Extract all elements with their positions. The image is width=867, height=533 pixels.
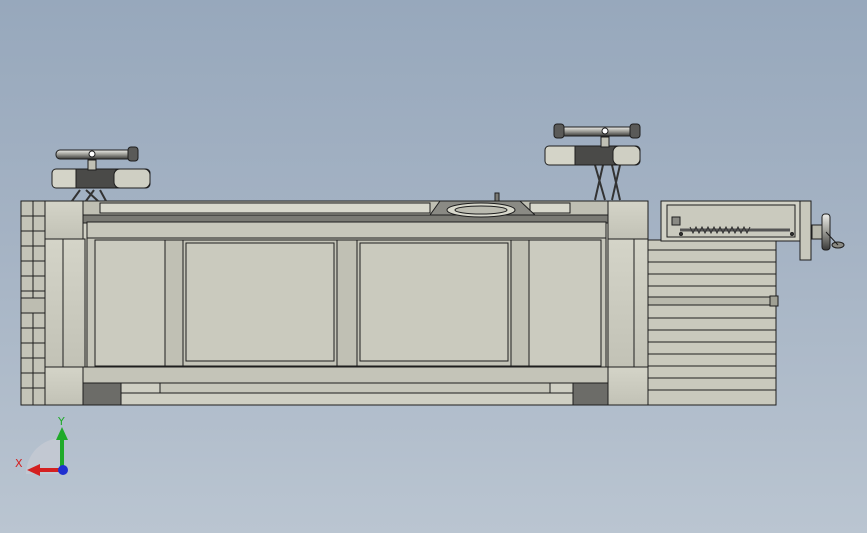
saddle: [429, 192, 537, 218]
right-handwheel-icon[interactable]: [553, 123, 641, 139]
axis-triad: Y X: [15, 415, 68, 476]
side-handwheel-icon[interactable]: [811, 213, 845, 251]
side-housing: [647, 239, 779, 406]
left-handwheel-icon[interactable]: [55, 146, 139, 162]
top-rail: [82, 200, 609, 239]
left-handwheel-assembly: [51, 159, 151, 202]
cad-viewport[interactable]: Y X: [0, 0, 867, 533]
main-frame: [20, 192, 649, 406]
right-handwheel-assembly: [544, 136, 641, 201]
front-panels: [86, 237, 607, 369]
y-axis-label: Y: [57, 415, 65, 428]
x-axis-label: X: [15, 457, 23, 470]
base: [82, 366, 609, 406]
right-column: [607, 200, 649, 406]
cad-drawing: Y X: [15, 123, 845, 476]
z-axis-marker: [58, 465, 68, 475]
